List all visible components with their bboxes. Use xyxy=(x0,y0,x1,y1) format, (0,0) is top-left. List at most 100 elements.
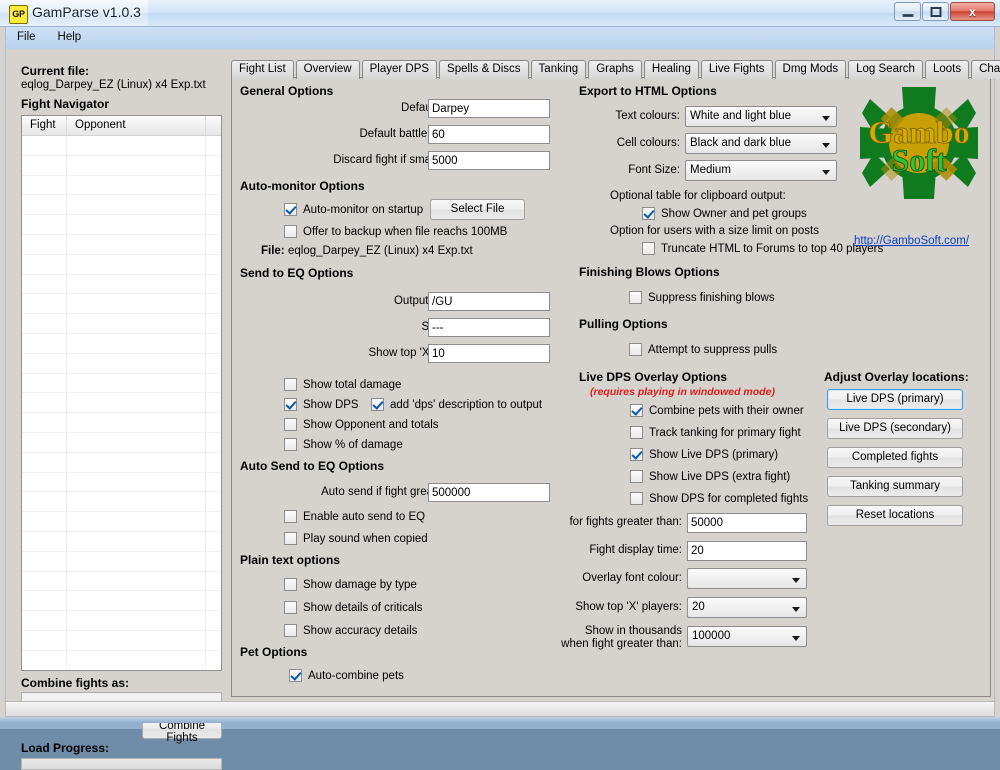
column-header-fight[interactable]: Fight xyxy=(22,116,67,135)
overlay-button-reset-locations[interactable]: Reset locations xyxy=(827,505,963,526)
suppress-pulls-row[interactable]: Attempt to suppress pulls xyxy=(629,343,777,356)
combine-pets-owner-row[interactable]: Combine pets with their owner xyxy=(630,404,804,417)
fight-display-time-input[interactable] xyxy=(687,541,807,561)
table-row[interactable] xyxy=(22,473,221,493)
table-row[interactable] xyxy=(22,176,221,196)
table-row[interactable] xyxy=(22,611,221,631)
horizontal-scrollbar[interactable] xyxy=(5,701,995,717)
tab-player-dps[interactable]: Player DPS xyxy=(362,60,437,79)
show-live-dps-extra-checkbox[interactable] xyxy=(630,470,643,483)
show-criticals-row[interactable]: Show details of criticals xyxy=(284,601,423,614)
show-owner-pet-groups-checkbox[interactable] xyxy=(642,207,655,220)
show-damage-by-type-row[interactable]: Show damage by type xyxy=(284,578,417,591)
tab-fight-list[interactable]: Fight List xyxy=(231,60,294,79)
overlay-font-colour-dropdown[interactable] xyxy=(687,568,807,589)
add-dps-description-checkbox[interactable] xyxy=(371,398,384,411)
table-row[interactable] xyxy=(22,215,221,235)
show-dps-completed-checkbox[interactable] xyxy=(630,492,643,505)
table-row[interactable] xyxy=(22,651,221,671)
auto-monitor-startup-row[interactable]: Auto-monitor on startup xyxy=(284,203,423,216)
show-opponent-totals-row[interactable]: Show Opponent and totals xyxy=(284,418,439,431)
text-colours-dropdown[interactable]: White and light blue xyxy=(685,106,837,127)
combine-pets-owner-checkbox[interactable] xyxy=(630,404,643,417)
column-header-opponent[interactable]: Opponent xyxy=(67,116,206,135)
minimize-button[interactable] xyxy=(894,2,921,21)
truncate-html-checkbox[interactable] xyxy=(642,242,655,255)
column-header-extra[interactable] xyxy=(206,116,221,135)
table-row[interactable] xyxy=(22,314,221,334)
table-row[interactable] xyxy=(22,453,221,473)
table-row[interactable] xyxy=(22,195,221,215)
tab-spells-discs[interactable]: Spells & Discs xyxy=(439,60,529,79)
tab-healing[interactable]: Healing xyxy=(644,60,699,79)
auto-combine-pets-checkbox[interactable] xyxy=(289,669,302,682)
table-row[interactable] xyxy=(22,393,221,413)
overlay-button-live-dps-secondary[interactable]: Live DPS (secondary) xyxy=(827,418,963,439)
table-row[interactable] xyxy=(22,591,221,611)
table-row[interactable] xyxy=(22,433,221,453)
show-accuracy-checkbox[interactable] xyxy=(284,624,297,637)
table-row[interactable] xyxy=(22,156,221,176)
show-total-damage-row[interactable]: Show total damage xyxy=(284,378,401,391)
table-row[interactable] xyxy=(22,374,221,394)
tab-graphs[interactable]: Graphs xyxy=(588,60,642,79)
show-live-dps-primary-row[interactable]: Show Live DPS (primary) xyxy=(630,448,778,461)
table-row[interactable] xyxy=(22,512,221,532)
default-timeout-input[interactable] xyxy=(428,125,550,144)
table-row[interactable] xyxy=(22,275,221,295)
gambosoft-link[interactable]: http://GamboSoft.com/ xyxy=(854,235,969,247)
overlay-button-tanking-summary[interactable]: Tanking summary xyxy=(827,476,963,497)
table-row[interactable] xyxy=(22,354,221,374)
send-eq-show-top-input[interactable] xyxy=(428,344,550,363)
tab-log-search[interactable]: Log Search xyxy=(848,60,923,79)
horizontal-scrollbar-thumb[interactable] xyxy=(6,702,994,716)
maximize-button[interactable] xyxy=(922,2,949,21)
suppress-finishing-blows-row[interactable]: Suppress finishing blows xyxy=(629,291,775,304)
auto-combine-pets-row[interactable]: Auto-combine pets xyxy=(289,669,404,682)
auto-monitor-startup-checkbox[interactable] xyxy=(284,203,297,216)
show-accuracy-row[interactable]: Show accuracy details xyxy=(284,624,417,637)
track-tanking-checkbox[interactable] xyxy=(630,426,643,439)
play-sound-row[interactable]: Play sound when copied xyxy=(284,532,428,545)
enable-auto-send-checkbox[interactable] xyxy=(284,510,297,523)
table-row[interactable] xyxy=(22,334,221,354)
tab-tanking[interactable]: Tanking xyxy=(531,60,587,79)
show-opponent-totals-checkbox[interactable] xyxy=(284,418,297,431)
tab-overview[interactable]: Overview xyxy=(296,60,360,79)
truncate-html-row[interactable]: Truncate HTML to Forums to top 40 player… xyxy=(642,242,883,255)
table-row[interactable] xyxy=(22,492,221,512)
fight-navigator-table[interactable]: Fight Opponent xyxy=(21,115,222,671)
show-live-dps-extra-row[interactable]: Show Live DPS (extra fight) xyxy=(630,470,790,483)
close-button[interactable]: x xyxy=(950,2,995,21)
overlay-button-completed-fights[interactable]: Completed fights xyxy=(827,447,963,468)
tab-loots[interactable]: Loots xyxy=(925,60,969,79)
tab-chat[interactable]: Chat xyxy=(971,60,1000,79)
table-row[interactable] xyxy=(22,235,221,255)
menu-item-help[interactable]: Help xyxy=(47,27,93,46)
font-size-dropdown[interactable]: Medium xyxy=(685,160,837,181)
table-row[interactable] xyxy=(22,532,221,552)
show-dps-row[interactable]: Show DPS xyxy=(284,398,359,411)
fights-greater-than-input[interactable] xyxy=(687,513,807,533)
overlay-button-live-dps-primary[interactable]: Live DPS (primary) xyxy=(827,389,963,410)
show-live-dps-primary-checkbox[interactable] xyxy=(630,448,643,461)
offer-backup-row[interactable]: Offer to backup when file reachs 100MB xyxy=(284,225,507,238)
suppress-pulls-checkbox[interactable] xyxy=(629,343,642,356)
show-thousands-dropdown[interactable]: 100000 xyxy=(687,626,807,647)
discard-fight-input[interactable] xyxy=(428,151,550,170)
table-row[interactable] xyxy=(22,552,221,572)
track-tanking-row[interactable]: Track tanking for primary fight xyxy=(630,426,801,439)
show-pct-damage-checkbox[interactable] xyxy=(284,438,297,451)
auto-send-threshold-input[interactable] xyxy=(428,483,550,502)
table-row[interactable] xyxy=(22,631,221,651)
table-row[interactable] xyxy=(22,413,221,433)
table-row[interactable] xyxy=(22,255,221,275)
select-file-button[interactable]: Select File xyxy=(430,199,525,220)
add-dps-description-row[interactable]: add 'dps' description to output xyxy=(371,398,542,411)
show-owner-pet-groups-row[interactable]: Show Owner and pet groups xyxy=(642,207,807,220)
show-damage-by-type-checkbox[interactable] xyxy=(284,578,297,591)
separator-input[interactable] xyxy=(428,318,550,337)
overlay-show-top-dropdown[interactable]: 20 xyxy=(687,597,807,618)
show-criticals-checkbox[interactable] xyxy=(284,601,297,614)
default-player-input[interactable] xyxy=(428,99,550,118)
